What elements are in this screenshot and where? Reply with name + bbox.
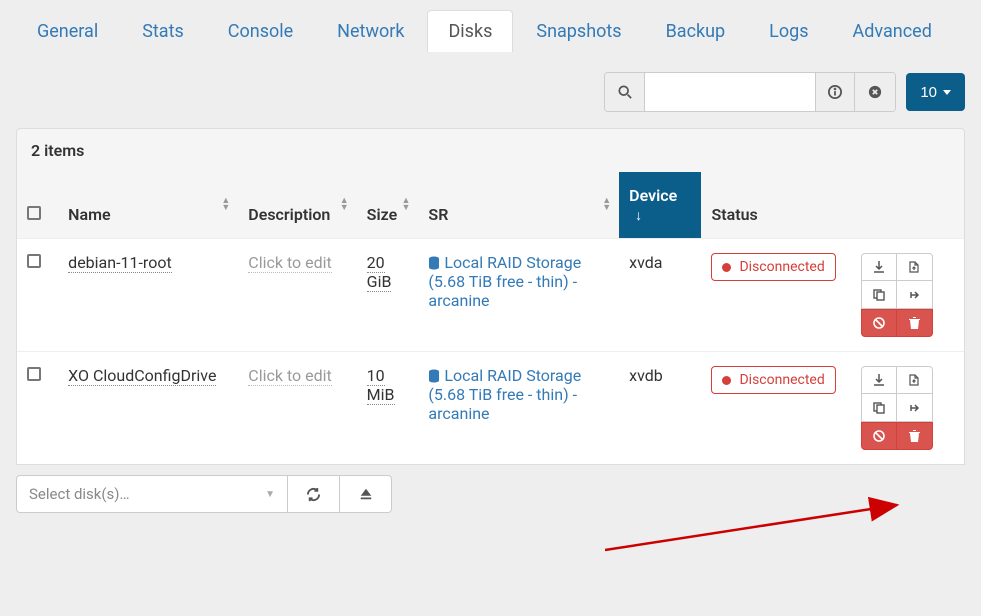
forget-button[interactable] — [861, 422, 897, 450]
select-all-checkbox[interactable] — [27, 206, 41, 220]
info-icon — [828, 85, 842, 99]
disk-size[interactable]: 20 GiB — [367, 253, 392, 292]
copy-button[interactable] — [861, 281, 897, 309]
disk-select-dropdown[interactable]: Select disk(s)… ▼ — [16, 475, 288, 513]
tab-general[interactable]: General — [16, 10, 119, 52]
search-icon — [618, 85, 632, 99]
col-actions — [851, 172, 964, 239]
move-button[interactable] — [897, 394, 933, 422]
sort-desc-icon: ↓ — [635, 208, 642, 224]
sort-icon: ▲▼ — [602, 198, 611, 212]
storage-icon — [428, 256, 440, 270]
search-group — [604, 72, 896, 112]
disk-description[interactable]: Click to edit — [248, 366, 331, 386]
eject-button[interactable] — [340, 475, 392, 513]
download-button[interactable] — [861, 366, 897, 394]
disks-table: Name ▲▼ Description ▲▼ Size ▲▼ SR ▲▼ Dev… — [17, 172, 964, 464]
items-count: 2 items — [17, 129, 964, 172]
clear-search-button[interactable] — [855, 73, 895, 111]
delete-button[interactable] — [897, 422, 933, 450]
row-checkbox[interactable] — [27, 367, 41, 381]
sort-icon: ▲▼ — [402, 198, 411, 212]
refresh-icon — [306, 487, 321, 502]
col-device[interactable]: Device ↓ — [619, 172, 701, 239]
tab-network[interactable]: Network — [316, 10, 425, 52]
tab-backup[interactable]: Backup — [645, 10, 747, 52]
status-text: Disconnected — [739, 259, 824, 275]
tab-snapshots[interactable]: Snapshots — [515, 10, 642, 52]
sr-link[interactable]: Local RAID Storage (5.68 TiB free - thin… — [428, 366, 581, 423]
device-name: xvda — [619, 239, 701, 352]
page-size-value: 10 — [920, 84, 937, 101]
col-description[interactable]: Description ▲▼ — [238, 172, 356, 239]
device-name: xvdb — [619, 352, 701, 465]
disk-name[interactable]: XO CloudConfigDrive — [68, 366, 216, 386]
toolbar: 10 — [0, 56, 981, 128]
status-dot-icon — [722, 376, 731, 385]
footer: Select disk(s)… ▼ — [0, 465, 981, 523]
sort-icon: ▲▼ — [340, 198, 349, 212]
status-text: Disconnected — [739, 372, 824, 388]
forget-button[interactable] — [861, 309, 897, 337]
disk-select-placeholder: Select disk(s)… — [29, 485, 130, 503]
delete-button[interactable] — [897, 309, 933, 337]
eject-icon — [359, 487, 373, 501]
tab-console[interactable]: Console — [207, 10, 314, 52]
refresh-button[interactable] — [288, 475, 340, 513]
table-row: XO CloudConfigDrive Click to edit 10 MiB… — [17, 352, 964, 465]
copy-button[interactable] — [861, 394, 897, 422]
page-size-dropdown[interactable]: 10 — [906, 73, 965, 111]
caret-down-icon: ▼ — [265, 489, 275, 500]
status-dot-icon — [722, 263, 731, 272]
action-group — [861, 253, 933, 337]
disk-name[interactable]: debian-11-root — [68, 253, 172, 273]
caret-down-icon — [943, 90, 951, 95]
table-row: debian-11-root Click to edit 20 GiB Loca… — [17, 239, 964, 352]
col-size[interactable]: Size ▲▼ — [357, 172, 419, 239]
search-button[interactable] — [605, 73, 645, 111]
tab-stats[interactable]: Stats — [121, 10, 205, 52]
col-sr[interactable]: SR ▲▼ — [418, 172, 619, 239]
disk-size[interactable]: 10 MiB — [367, 366, 395, 405]
status-badge[interactable]: Disconnected — [711, 366, 835, 394]
disk-description[interactable]: Click to edit — [248, 253, 331, 273]
sort-icon: ▲▼ — [221, 198, 230, 212]
move-button[interactable] — [897, 281, 933, 309]
col-name[interactable]: Name ▲▼ — [58, 172, 238, 239]
info-button[interactable] — [815, 73, 855, 111]
col-status: Status — [701, 172, 850, 239]
export-file-button[interactable] — [897, 366, 933, 394]
disks-panel: 2 items Name ▲▼ Description ▲▼ Size ▲▼ S… — [16, 128, 965, 465]
tab-disks[interactable]: Disks — [427, 10, 513, 52]
tab-logs[interactable]: Logs — [748, 10, 829, 52]
sr-link[interactable]: Local RAID Storage (5.68 TiB free - thin… — [428, 253, 581, 310]
close-circle-icon — [868, 85, 882, 99]
tab-bar: General Stats Console Network Disks Snap… — [0, 0, 981, 56]
download-button[interactable] — [861, 253, 897, 281]
tab-advanced[interactable]: Advanced — [832, 10, 953, 52]
storage-icon — [428, 369, 440, 383]
search-input[interactable] — [645, 73, 815, 111]
row-checkbox[interactable] — [27, 254, 41, 268]
export-file-button[interactable] — [897, 253, 933, 281]
action-group — [861, 366, 933, 450]
status-badge[interactable]: Disconnected — [711, 253, 835, 281]
